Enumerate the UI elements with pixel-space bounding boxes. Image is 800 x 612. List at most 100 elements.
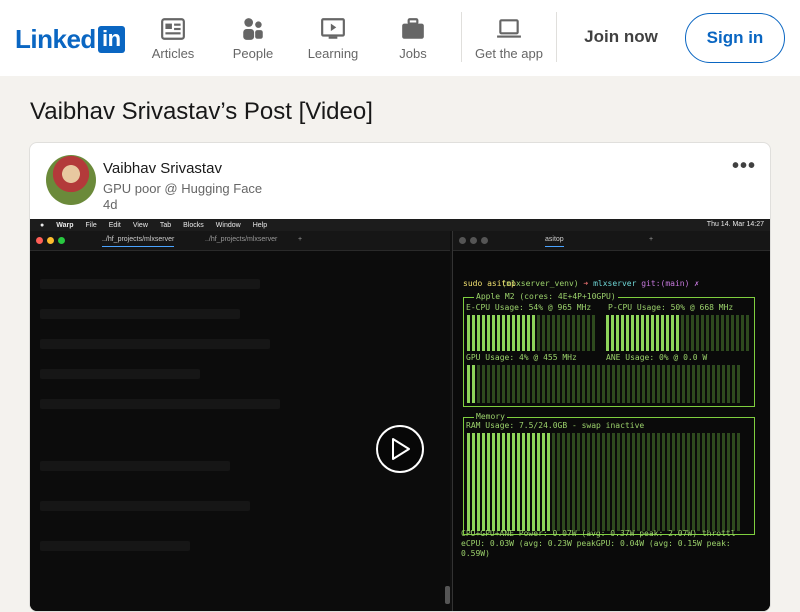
more-options-button[interactable]: •••: [732, 155, 756, 178]
usage-bar: [537, 315, 540, 351]
mac-menubar: ● Warp File Edit View Tab Blocks Window …: [30, 219, 770, 231]
ecpu-usage: E-CPU Usage: 54% @ 965 MHz: [466, 303, 592, 312]
usage-bar: [567, 365, 570, 403]
apple-icon: ●: [40, 221, 45, 229]
usage-bar: [572, 365, 575, 403]
usage-bar: [582, 365, 585, 403]
prompt-dir: mlxserver: [593, 279, 637, 288]
usage-bar: [652, 365, 655, 403]
usage-bar: [621, 315, 624, 351]
sign-in-button[interactable]: Sign in: [685, 13, 785, 63]
usage-bar: [622, 433, 625, 531]
usage-bar: [667, 365, 670, 403]
usage-bar: [612, 365, 615, 403]
usage-bar: [727, 433, 730, 531]
new-tab-icon: +: [298, 236, 303, 243]
nav-divider: [461, 12, 462, 62]
usage-bar: [597, 433, 600, 531]
usage-bar: [702, 365, 705, 403]
blurred-line: [40, 461, 230, 471]
usage-bar: [487, 315, 490, 351]
terminal-tab: ../hf_projects/mlxserver: [102, 236, 175, 247]
usage-bar: [706, 315, 709, 351]
blurred-line: [40, 541, 190, 551]
usage-bar: [537, 433, 540, 531]
menubar-app: Warp: [56, 221, 74, 229]
usage-bar: [722, 365, 725, 403]
usage-bar: [657, 433, 660, 531]
usage-bar: [502, 433, 505, 531]
usage-bar: [727, 365, 730, 403]
new-tab-icon: +: [649, 236, 654, 243]
usage-bar: [647, 433, 650, 531]
usage-bar: [611, 315, 614, 351]
play-icon: [392, 438, 410, 460]
usage-bar: [712, 365, 715, 403]
usage-bar: [537, 365, 540, 403]
nav-people[interactable]: People: [213, 16, 293, 61]
people-icon: [243, 18, 263, 40]
usage-bar: [532, 365, 535, 403]
usage-bar: [562, 315, 565, 351]
nav-articles[interactable]: Articles: [133, 16, 213, 61]
usage-bar: [527, 365, 530, 403]
usage-bar: [492, 315, 495, 351]
power-line: 0.59W): [461, 549, 490, 558]
post-author[interactable]: Vaibhav Srivastav: [103, 160, 222, 177]
menubar-item: Blocks: [183, 221, 204, 229]
usage-bar: [642, 433, 645, 531]
usage-bar: [687, 433, 690, 531]
articles-icon: [161, 18, 185, 40]
usage-bar: [737, 365, 740, 403]
ecpu-bars: [467, 315, 595, 351]
usage-bar: [517, 315, 520, 351]
window-controls: [459, 237, 488, 244]
video-player[interactable]: ● Warp File Edit View Tab Blocks Window …: [30, 219, 770, 611]
usage-bar: [682, 365, 685, 403]
usage-bar: [671, 315, 674, 351]
minimize-dot: [470, 237, 477, 244]
usage-bar: [472, 433, 475, 531]
usage-bar: [592, 315, 595, 351]
usage-bar: [646, 315, 649, 351]
usage-bar: [512, 315, 515, 351]
usage-bar: [697, 365, 700, 403]
usage-bar: [707, 365, 710, 403]
nav-learning[interactable]: Learning: [293, 16, 373, 61]
blurred-line: [40, 501, 250, 511]
usage-bar: [612, 433, 615, 531]
usage-bar: [636, 315, 639, 351]
zoom-dot: [58, 237, 65, 244]
menubar-item: Tab: [159, 221, 172, 229]
usage-bar: [741, 315, 744, 351]
usage-bar: [656, 315, 659, 351]
pcpu-usage: P-CPU Usage: 50% @ 668 MHz: [608, 303, 734, 312]
usage-bar: [697, 433, 700, 531]
terminal-tab: ../hf_projects/mlxserver: [205, 236, 278, 243]
terminal-tabbar: asitop +: [453, 231, 770, 251]
usage-bar: [552, 365, 555, 403]
usage-bar: [487, 365, 490, 403]
usage-bar: [722, 433, 725, 531]
top-navigation-bar: Linked in Articles People Learning Jobs G…: [0, 0, 800, 76]
usage-bar: [542, 433, 545, 531]
play-button[interactable]: [376, 425, 424, 473]
nav-jobs[interactable]: Jobs: [373, 16, 453, 61]
usage-bar: [731, 315, 734, 351]
usage-bar: [542, 315, 545, 351]
usage-bar: [522, 315, 525, 351]
nav-get-the-app[interactable]: Get the app: [469, 16, 549, 61]
linkedin-logo[interactable]: Linked in: [15, 24, 125, 55]
usage-bar: [632, 365, 635, 403]
post-author-headline: GPU poor @ Hugging Face: [103, 181, 263, 196]
join-now-button[interactable]: Join now: [575, 16, 667, 58]
usage-bar: [641, 315, 644, 351]
usage-bar: [627, 365, 630, 403]
usage-bar: [522, 365, 525, 403]
menubar-item: Edit: [108, 221, 121, 229]
usage-bar: [602, 433, 605, 531]
terminal-scrollbar[interactable]: [445, 586, 450, 604]
power-line: CPU+GPU+ANE Power: 0.07W (avg: 0.37W pea…: [461, 529, 736, 538]
avatar[interactable]: [46, 155, 96, 205]
usage-bar: [547, 365, 550, 403]
